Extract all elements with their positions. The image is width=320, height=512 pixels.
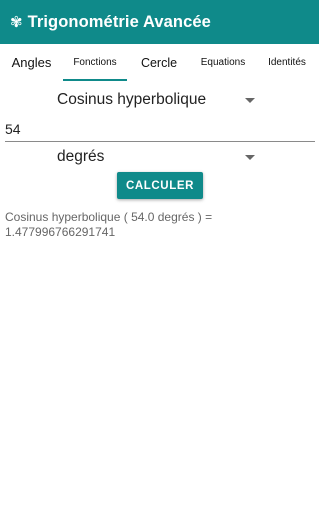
- tab-angles[interactable]: Angles: [0, 44, 63, 81]
- dropdown-arrow-icon: [245, 97, 255, 103]
- dropdown-arrow-icon: [245, 154, 255, 160]
- unit-select[interactable]: degrés: [57, 145, 257, 169]
- app-bar: ✾ Trigonométrie Avancée: [0, 0, 319, 44]
- function-select-value: Cosinus hyperbolique: [57, 91, 207, 108]
- angle-input[interactable]: [5, 117, 315, 141]
- tab-identites[interactable]: Identités: [255, 44, 319, 81]
- angle-input-wrapper: [5, 117, 315, 142]
- app-logo-icon: ✾: [10, 13, 23, 31]
- tab-equations[interactable]: Equations: [191, 44, 255, 81]
- unit-select-value: degrés: [57, 148, 105, 165]
- result-text: Cosinus hyperbolique ( 54.0 degrés ) = 1…: [5, 210, 315, 240]
- app-title: Trigonométrie Avancée: [27, 12, 211, 31]
- calculate-button[interactable]: CALCULER: [117, 172, 203, 199]
- tab-fonctions[interactable]: Fonctions: [63, 44, 127, 81]
- result-value: 1.477996766291741: [5, 225, 116, 239]
- result-expression: Cosinus hyperbolique ( 54.0 degrés ) =: [5, 210, 213, 224]
- function-select[interactable]: Cosinus hyperbolique: [57, 88, 257, 112]
- tab-cercle[interactable]: Cercle: [127, 44, 191, 81]
- tab-bar: Angles Fonctions Cercle Equations Identi…: [0, 44, 319, 81]
